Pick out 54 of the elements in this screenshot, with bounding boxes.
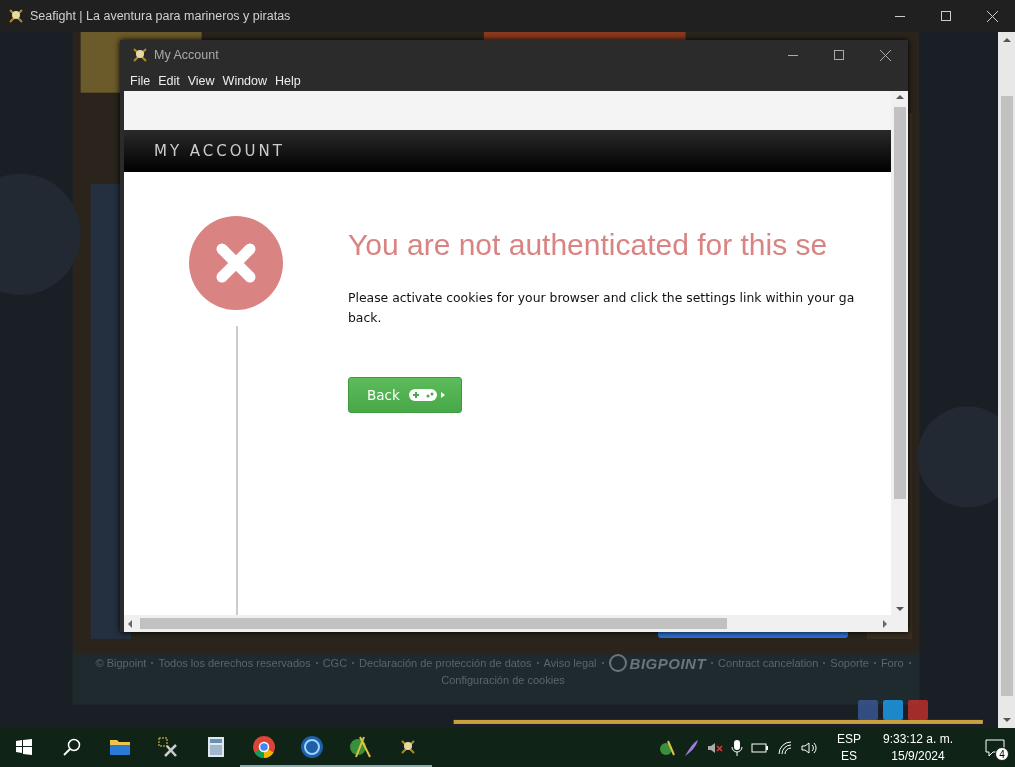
footer-logo: BIGPOINT [608, 654, 707, 672]
tools-icon[interactable] [157, 735, 179, 758]
scrollbar[interactable] [891, 91, 908, 615]
footer-link[interactable]: CGC [322, 657, 348, 669]
footer-link[interactable]: Contract cancelation [718, 657, 819, 669]
close-icon[interactable] [879, 49, 891, 61]
notification-count: 4 [995, 747, 1009, 761]
speaker-icon[interactable] [800, 739, 819, 756]
calculator-icon[interactable] [207, 735, 225, 758]
back-button[interactable]: Back [348, 377, 462, 413]
footer-link[interactable]: © Bigpoint [95, 657, 147, 669]
wifi-icon[interactable] [776, 740, 793, 755]
ring-icon[interactable] [300, 734, 324, 759]
scrollbar[interactable] [124, 615, 891, 632]
maximize-icon[interactable] [834, 50, 844, 60]
menu-item[interactable]: View [183, 73, 219, 88]
notifications-icon[interactable] [985, 738, 1005, 757]
minimize-icon[interactable] [788, 54, 798, 56]
app-icon [8, 8, 24, 24]
error-heading: You are not authenticated for this se [348, 228, 829, 262]
footer-link[interactable]: Declaración de protección de datos [359, 657, 532, 669]
footer-link[interactable]: Soporte [830, 657, 869, 669]
menu-item[interactable]: Help [271, 73, 305, 88]
minimize-icon[interactable] [895, 15, 905, 17]
folder-icon[interactable] [109, 737, 131, 756]
window-title: Seafight | La aventura para marineros y piratas [30, 9, 292, 23]
keyboard-layout[interactable]: ES [840, 747, 857, 765]
footer-link[interactable]: Configuración de cookies [441, 674, 565, 686]
window-title: My Account [154, 48, 220, 62]
scrollbar[interactable] [998, 32, 1015, 728]
chrome-icon[interactable] [252, 734, 276, 759]
maximize-icon[interactable] [941, 11, 951, 21]
skull-icon[interactable] [400, 738, 416, 755]
error-message: Please activate cookies for your browser and click the settings link within your ga back. [348, 289, 856, 327]
globe-icon[interactable] [658, 739, 675, 756]
globe-icon[interactable] [348, 734, 372, 759]
menu-item[interactable]: Edit [154, 73, 184, 88]
footer-link[interactable]: Aviso legal [543, 657, 597, 669]
close-icon[interactable] [986, 10, 998, 22]
menu-item[interactable]: File [126, 73, 155, 88]
battery-icon[interactable] [750, 740, 769, 755]
language-indicator[interactable]: ESP [836, 730, 861, 748]
clock-time[interactable]: 9:33:12 a. m. [882, 730, 953, 748]
microphone-icon[interactable] [730, 739, 743, 756]
menu-item[interactable]: Window [218, 73, 272, 88]
search-icon[interactable] [63, 737, 81, 756]
header-title: MY ACCOUNT [154, 142, 285, 160]
app-icon [132, 47, 148, 63]
footer-link[interactable]: Todos los derechos reservados [158, 657, 311, 669]
error-icon [189, 216, 283, 310]
windows-icon[interactable] [16, 738, 32, 755]
clock-date[interactable]: 15/9/2024 [891, 747, 945, 765]
feather-icon[interactable] [682, 738, 699, 757]
footer-link[interactable]: Foro [880, 657, 904, 669]
